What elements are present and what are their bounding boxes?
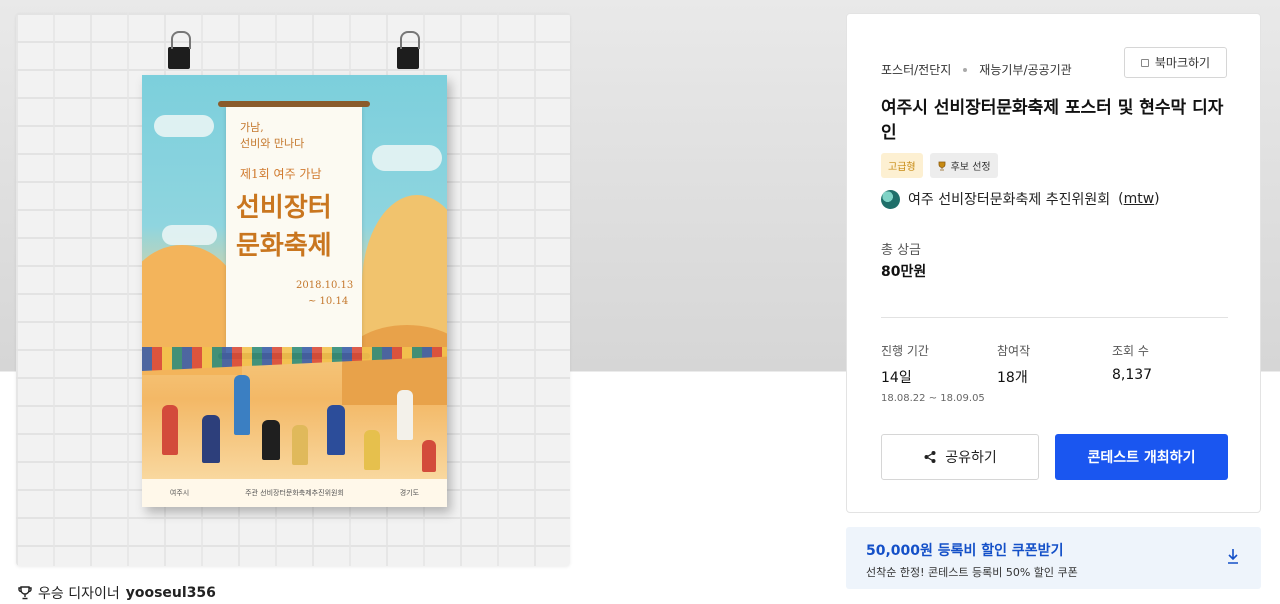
host-info[interactable]: 여주 선비장터문화축제 추진위원회 (mtw) (881, 189, 1160, 209)
bookmark-label: 북마크하기 (1154, 56, 1211, 70)
candidate-badge-label: 후보 선정 (950, 162, 991, 173)
coupon-banner[interactable]: 50,000원 등록비 할인 쿠폰받기 선착순 한정! 콘테스트 등록비 50%… (846, 527, 1261, 589)
bookmark-icon (1140, 58, 1149, 67)
candidate-badge: 후보 선정 (929, 153, 998, 178)
views-value: 8,137 (1112, 367, 1153, 383)
download-icon[interactable] (1225, 547, 1241, 565)
host-id-wrap: (mtw) (1118, 191, 1160, 207)
poster-title-scroll: 가남, 선비와 만나다 제1회 여주 가남 선비장터 문화축제 2018.10.… (218, 101, 370, 359)
trophy-icon (18, 586, 32, 600)
prize-label: 총 상금 (881, 243, 922, 258)
period-value: 14일 (881, 370, 912, 386)
entries-value: 18개 (997, 370, 1028, 386)
host-id[interactable]: mtw (1124, 191, 1155, 207)
winner-name[interactable]: yooseul356 (126, 585, 216, 601)
stat-entries: 참여작 18개 (997, 342, 1030, 387)
binder-clip-icon (168, 31, 191, 69)
coupon-description: 선착순 한정! 콘테스트 등록비 50% 할인 쿠폰 (866, 566, 1078, 579)
trophy-icon (938, 161, 946, 170)
period-label: 진행 기간 (881, 344, 929, 358)
bookmark-button[interactable]: 북마크하기 (1124, 47, 1227, 78)
breadcrumb-separator (963, 67, 968, 72)
festival-poster: 가남, 선비와 만나다 제1회 여주 가남 선비장터 문화축제 2018.10.… (142, 75, 447, 507)
grade-badge: 고급형 (881, 153, 923, 178)
host-contest-button[interactable]: 콘테스트 개최하기 (1055, 434, 1228, 480)
coupon-title: 50,000원 등록비 할인 쿠폰받기 (866, 543, 1064, 559)
contest-info-card: 포스터/전단지 재능기부/공공기관 북마크하기 여주시 선비장터문화축제 포스터… (846, 13, 1261, 513)
winner-label: 우승 디자이너 (38, 586, 120, 602)
entries-label: 참여작 (997, 344, 1031, 358)
divider (881, 317, 1228, 318)
breadcrumb: 포스터/전단지 재능기부/공공기관 (881, 61, 1072, 78)
period-range: 18.08.22 ~ 18.09.05 (881, 393, 985, 404)
share-label: 공유하기 (945, 450, 997, 466)
contest-artwork-image[interactable]: 가남, 선비와 만나다 제1회 여주 가남 선비장터 문화축제 2018.10.… (16, 13, 570, 566)
badge-group: 고급형 후보 선정 (881, 153, 998, 178)
stat-views: 조회 수 8,137 (1112, 342, 1152, 383)
winner-designer: 우승 디자이너 yooseul356 (18, 583, 216, 603)
host-name: 여주 선비장터문화축제 추진위원회 (908, 192, 1111, 208)
host-avatar (881, 189, 900, 209)
share-button[interactable]: 공유하기 (881, 434, 1039, 480)
stat-period: 진행 기간 14일 18.08.22 ~ 18.09.05 (881, 342, 985, 404)
contest-title: 여주시 선비장터문화축제 포스터 및 현수막 디자인 (881, 98, 1224, 143)
binder-clip-icon (397, 31, 420, 69)
prize-value: 80만원 (881, 264, 927, 280)
breadcrumb-type[interactable]: 재능기부/공공기관 (979, 61, 1071, 78)
breadcrumb-category[interactable]: 포스터/전단지 (881, 61, 951, 78)
poster-footer: 여주시 주관 선비장터문화축제추진위원회 경기도 (142, 479, 447, 507)
views-label: 조회 수 (1112, 344, 1149, 358)
share-icon (924, 451, 936, 463)
